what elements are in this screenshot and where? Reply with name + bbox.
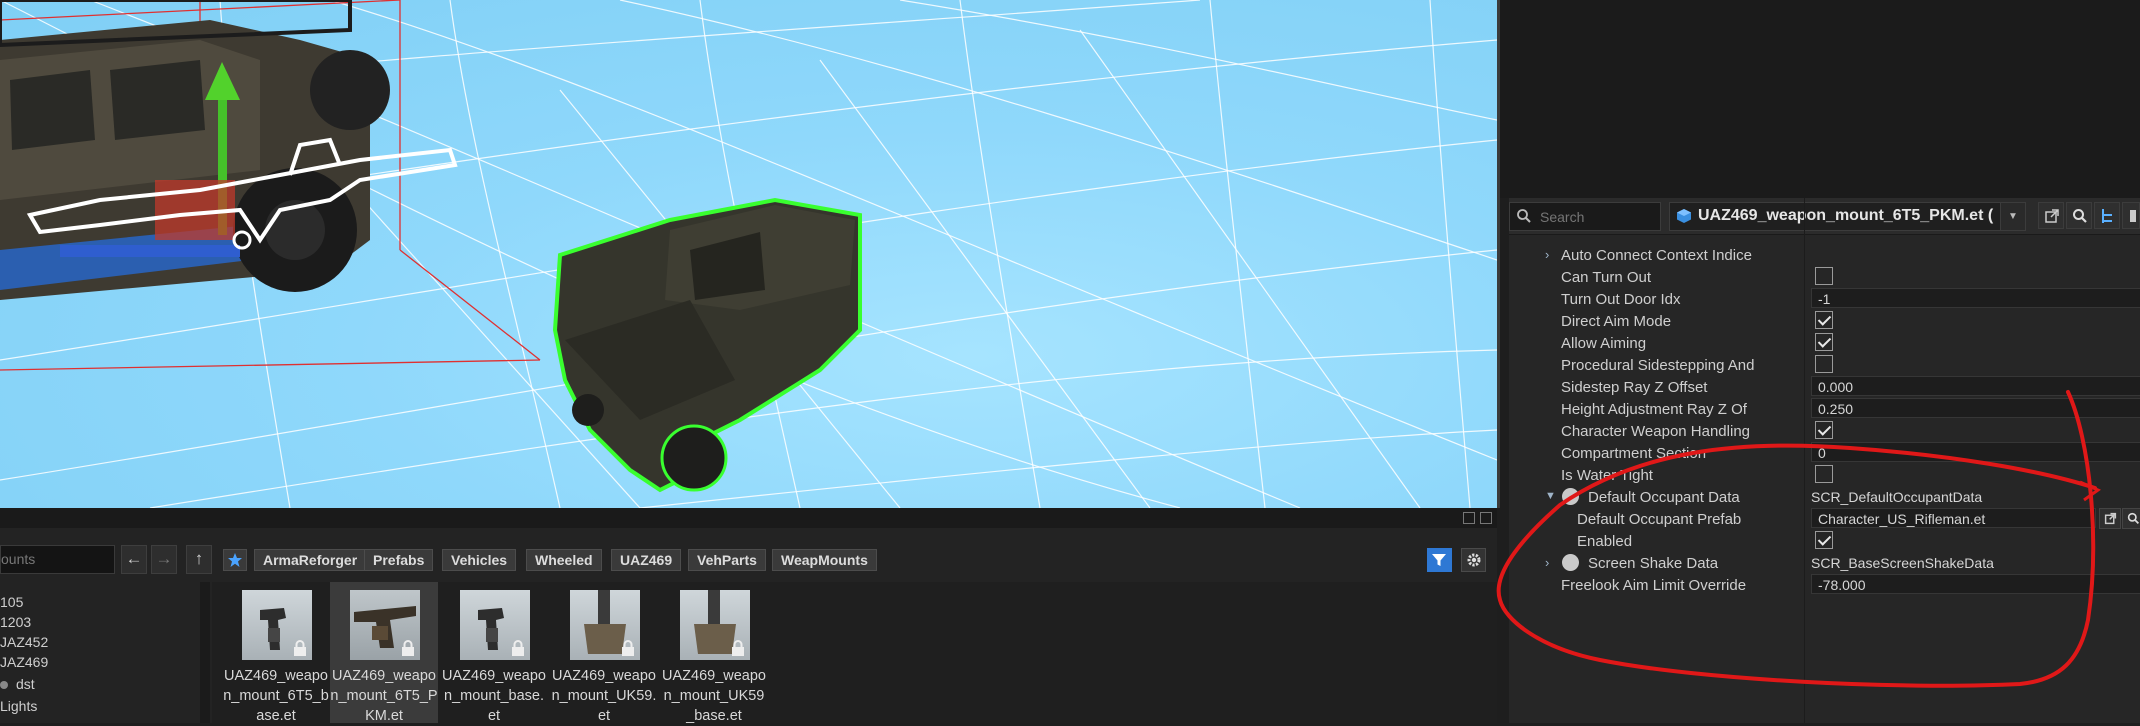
annotation-circle bbox=[1496, 390, 2097, 688]
annotation-overlay bbox=[1496, 390, 2102, 688]
